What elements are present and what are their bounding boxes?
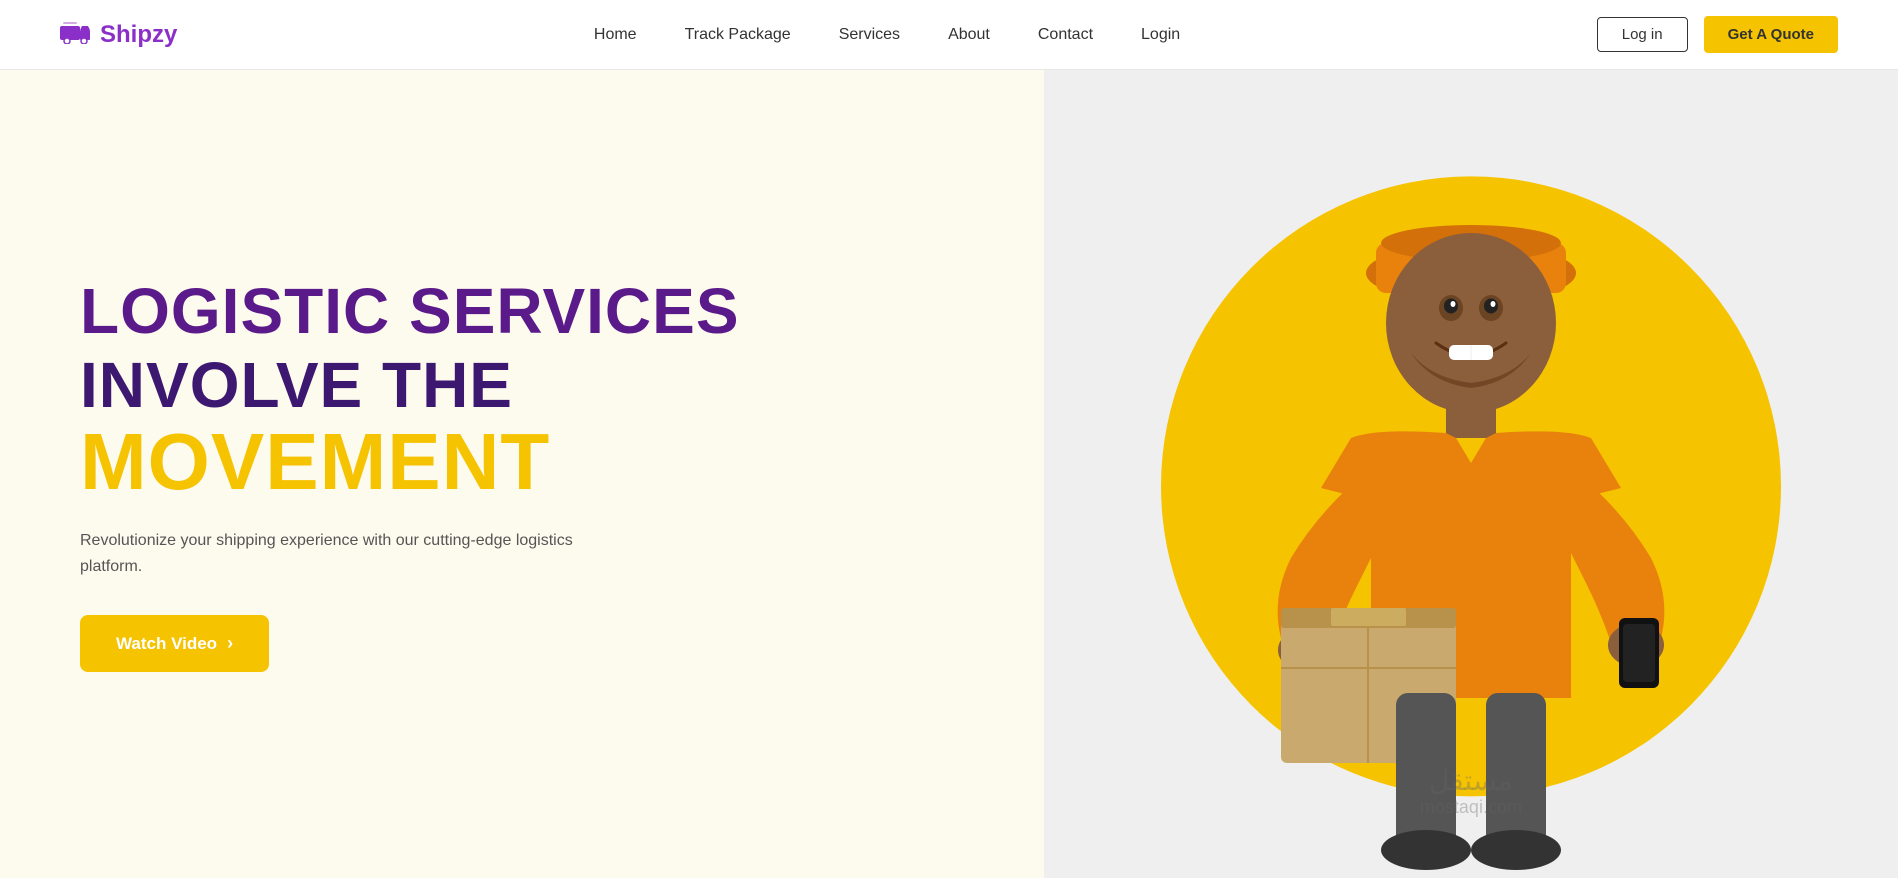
hero-heading-2: INVOLVE THE — [80, 350, 964, 420]
hero-heading-1: LOGISTIC SERVICES — [80, 276, 964, 346]
nav-about[interactable]: About — [948, 26, 990, 44]
hero-right: مستقل mostaqi.com — [1044, 70, 1898, 878]
brand-name: Shipzy — [100, 21, 177, 49]
main-nav: Home Track Package Services About Contac… — [177, 26, 1596, 44]
watch-video-button[interactable]: Watch Video › — [80, 615, 269, 672]
nav-home[interactable]: Home — [594, 26, 637, 44]
nav-track-package[interactable]: Track Package — [685, 26, 791, 44]
logo-icon — [60, 19, 92, 51]
hero-left: LOGISTIC SERVICES INVOLVE THE MOVEMENT R… — [0, 70, 1044, 878]
logo[interactable]: Shipzy — [60, 19, 177, 51]
login-button[interactable]: Log in — [1597, 17, 1688, 52]
header: Shipzy Home Track Package Services About… — [0, 0, 1898, 70]
nav-contact[interactable]: Contact — [1038, 26, 1093, 44]
hero-section: LOGISTIC SERVICES INVOLVE THE MOVEMENT R… — [0, 70, 1898, 878]
delivery-person-image — [1171, 128, 1771, 878]
nav-login[interactable]: Login — [1141, 26, 1180, 44]
header-actions: Log in Get A Quote — [1597, 16, 1838, 53]
arrow-icon: › — [227, 633, 233, 654]
hero-description: Revolutionize your shipping experience w… — [80, 528, 600, 579]
hero-heading-3: MOVEMENT — [80, 420, 964, 504]
get-quote-button[interactable]: Get A Quote — [1704, 16, 1838, 53]
nav-services[interactable]: Services — [839, 26, 900, 44]
watch-video-label: Watch Video — [116, 634, 217, 654]
